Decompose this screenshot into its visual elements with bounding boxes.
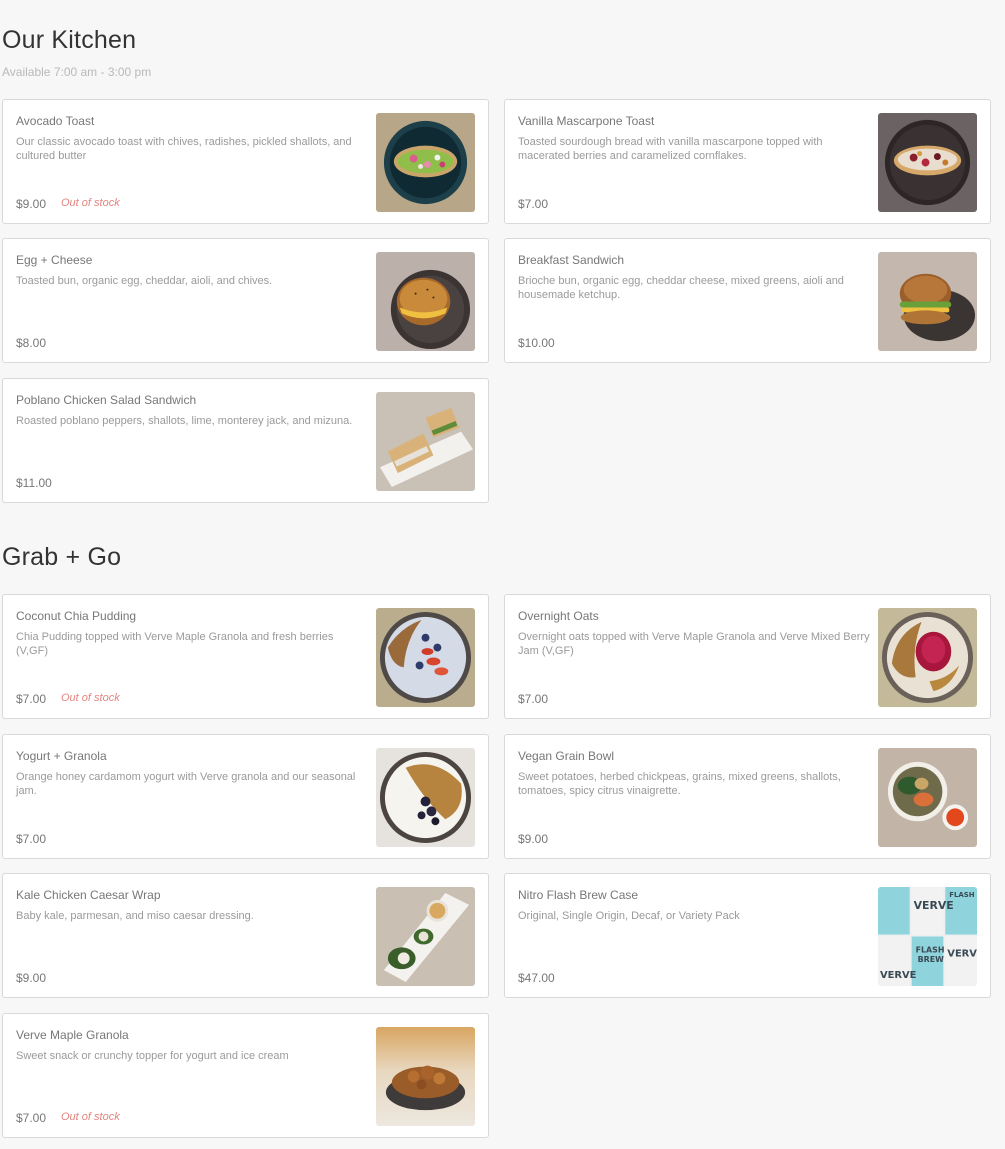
item-price: $7.00: [518, 692, 549, 706]
section-title-grab-go: Grab + Go: [2, 543, 122, 571]
item-name: Kale Chicken Caesar Wrap: [16, 888, 161, 902]
item-price: $47.00: [518, 971, 555, 985]
breakfast-sandwich-photo: [878, 252, 977, 351]
out-of-stock-label: Out of stock: [61, 692, 120, 704]
menu-item-yogurt-granola[interactable]: Yogurt + Granola Orange honey cardamom y…: [2, 734, 489, 859]
item-description: Toasted bun, organic egg, cheddar, aioli…: [16, 275, 273, 287]
caesar-wrap-photo: [376, 887, 475, 986]
item-name: Overnight Oats: [518, 609, 599, 623]
svg-text:VERVE: VERVE: [947, 948, 977, 959]
item-name: Nitro Flash Brew Case: [518, 888, 639, 902]
menu-item-nitro-flash-brew-case[interactable]: Nitro Flash Brew Case Original, Single O…: [504, 873, 991, 998]
item-description: Our classic avocado toast with chives, r…: [16, 136, 352, 162]
item-description: Orange honey cardamom yogurt with Verve …: [16, 771, 356, 797]
menu-item-kale-chicken-caesar-wrap[interactable]: Kale Chicken Caesar Wrap Baby kale, parm…: [2, 873, 489, 998]
item-description: Overnight oats topped with Verve Maple G…: [518, 631, 870, 657]
chia-pudding-photo: [376, 608, 475, 707]
flash-brew-cans-photo: VERVE FLASH BREW VERVE VERVE FLASH: [878, 887, 977, 986]
item-name: Poblano Chicken Salad Sandwich: [16, 393, 197, 407]
item-price: $11.00: [16, 476, 52, 490]
item-description: Sweet snack or crunchy topper for yogurt…: [16, 1050, 289, 1062]
out-of-stock-label: Out of stock: [61, 1111, 120, 1123]
egg-cheese-sandwich-photo: [376, 252, 475, 351]
item-description: Roasted poblano peppers, shallots, lime,…: [16, 415, 353, 427]
item-description: Baby kale, parmesan, and miso caesar dre…: [16, 910, 254, 922]
item-description: Sweet potatoes, herbed chickpeas, grains…: [518, 771, 841, 797]
item-name: Yogurt + Granola: [16, 749, 107, 763]
yogurt-granola-photo: [376, 748, 475, 847]
menu-item-avocado-toast[interactable]: Avocado Toast Our classic avocado toast …: [2, 99, 489, 224]
item-name: Coconut Chia Pudding: [16, 609, 137, 623]
menu-item-egg-cheese[interactable]: Egg + Cheese Toasted bun, organic egg, c…: [2, 238, 489, 363]
maple-granola-photo: [376, 1027, 475, 1126]
menu-item-verve-maple-granola[interactable]: Verve Maple Granola Sweet snack or crunc…: [2, 1013, 489, 1138]
section-title-our-kitchen: Our Kitchen: [2, 26, 137, 54]
grain-bowl-photo: [878, 748, 977, 847]
svg-text:BREW: BREW: [918, 955, 945, 964]
svg-text:VERVE: VERVE: [914, 899, 954, 912]
avocado-toast-photo: [376, 113, 475, 212]
poblano-sandwich-photo: [376, 392, 475, 491]
menu-item-vegan-grain-bowl[interactable]: Vegan Grain Bowl Sweet potatoes, herbed …: [504, 734, 991, 859]
item-name: Avocado Toast: [16, 114, 95, 128]
item-description: Toasted sourdough bread with vanilla mas…: [518, 136, 823, 162]
item-name: Vanilla Mascarpone Toast: [518, 114, 655, 128]
item-price: $9.00: [16, 197, 47, 211]
item-description: Original, Single Origin, Decaf, or Varie…: [518, 910, 740, 922]
item-name: Verve Maple Granola: [16, 1028, 129, 1042]
item-description: Brioche bun, organic egg, cheddar cheese…: [518, 275, 844, 301]
item-price: $7.00: [16, 1111, 47, 1125]
svg-text:VERVE: VERVE: [880, 970, 917, 981]
item-name: Egg + Cheese: [16, 253, 93, 267]
svg-text:FLASH: FLASH: [949, 891, 974, 899]
menu-item-poblano-chicken-salad-sandwich[interactable]: Poblano Chicken Salad Sandwich Roasted p…: [2, 378, 489, 503]
item-name: Vegan Grain Bowl: [518, 749, 615, 763]
menu-item-coconut-chia-pudding[interactable]: Coconut Chia Pudding Chia Pudding topped…: [2, 594, 489, 719]
menu-item-vanilla-mascarpone-toast[interactable]: Vanilla Mascarpone Toast Toasted sourdou…: [504, 99, 991, 224]
availability-hours: Available 7:00 am - 3:00 pm: [2, 65, 152, 79]
item-price: $8.00: [16, 336, 47, 350]
mascarpone-toast-photo: [878, 113, 977, 212]
item-price: $7.00: [16, 832, 47, 846]
item-price: $9.00: [16, 971, 47, 985]
out-of-stock-label: Out of stock: [61, 197, 120, 209]
item-description: Chia Pudding topped with Verve Maple Gra…: [16, 631, 334, 657]
menu-item-breakfast-sandwich[interactable]: Breakfast Sandwich Brioche bun, organic …: [504, 238, 991, 363]
menu-item-overnight-oats[interactable]: Overnight Oats Overnight oats topped wit…: [504, 594, 991, 719]
item-price: $10.00: [518, 336, 555, 350]
item-price: $7.00: [16, 692, 47, 706]
svg-text:FLASH: FLASH: [916, 945, 945, 954]
item-name: Breakfast Sandwich: [518, 253, 625, 267]
overnight-oats-photo: [878, 608, 977, 707]
item-price: $7.00: [518, 197, 549, 211]
item-price: $9.00: [518, 832, 549, 846]
